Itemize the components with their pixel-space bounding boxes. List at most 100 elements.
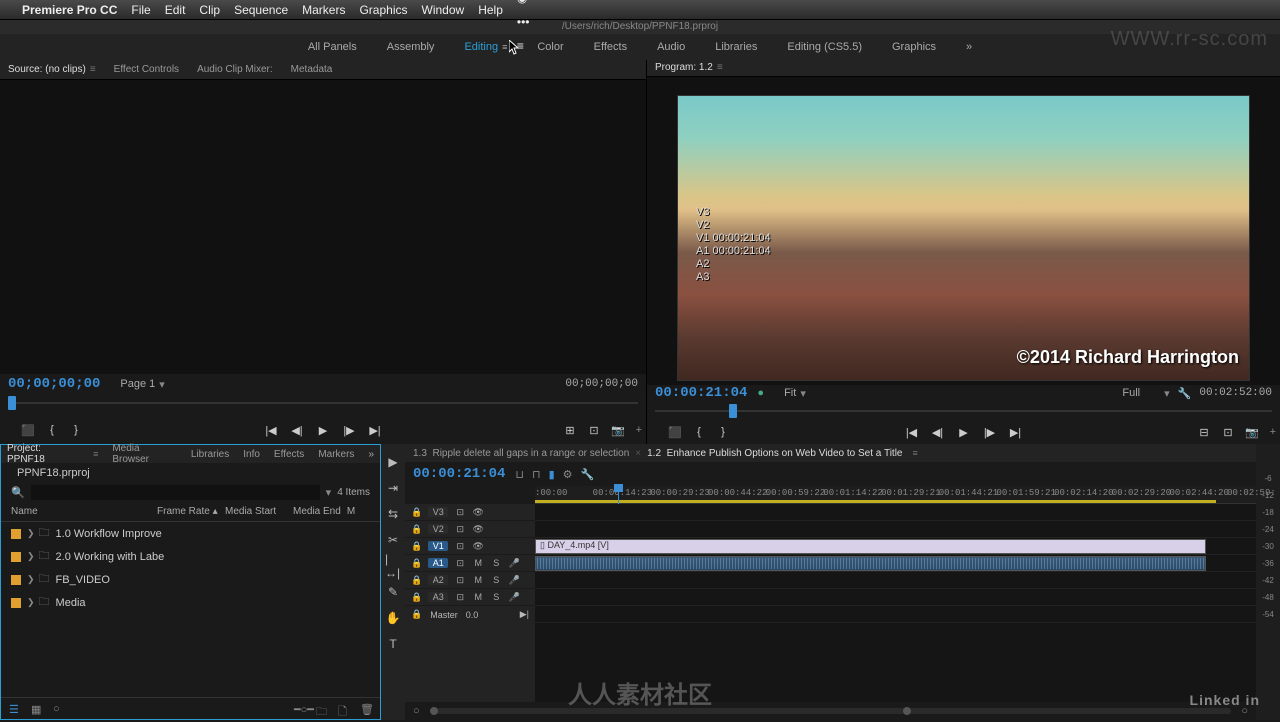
- zoom-scrollbar[interactable]: [430, 708, 1232, 714]
- solo-icon[interactable]: S: [490, 575, 502, 585]
- zoom-fit[interactable]: Fit: [784, 387, 796, 399]
- track-header-v1[interactable]: 🔒V1⊡👁: [405, 538, 535, 555]
- pen-tool-icon[interactable]: ✎: [385, 584, 401, 600]
- sync-lock-icon[interactable]: ⊡: [454, 592, 466, 603]
- track-header-a1[interactable]: 🔒A1⊡MS🎤: [405, 555, 535, 572]
- workspace-overflow-icon[interactable]: »: [966, 41, 972, 53]
- solo-icon[interactable]: S: [490, 558, 502, 568]
- go-to-next-icon[interactable]: ▶|: [520, 609, 529, 620]
- tab-project[interactable]: Project: PPNF18: [7, 443, 79, 465]
- go-to-in-icon[interactable]: |◀: [904, 424, 920, 440]
- toggle-output-icon[interactable]: 👁: [472, 541, 484, 552]
- sync-lock-icon[interactable]: ⊡: [454, 524, 466, 535]
- search-icon[interactable]: 🔍: [11, 486, 25, 499]
- wrench-icon[interactable]: 🔧: [581, 468, 595, 481]
- user-icon[interactable]: ◉: [517, 0, 1270, 5]
- track-header-v2[interactable]: 🔒V2⊡👁: [405, 521, 535, 538]
- settings-icon[interactable]: ⚙: [563, 468, 573, 481]
- workspace-libraries[interactable]: Libraries: [715, 41, 757, 53]
- insert-icon[interactable]: ⊞: [562, 422, 578, 438]
- step-forward-icon[interactable]: |▶: [982, 424, 998, 440]
- sequence-tab[interactable]: 1.3 Ripple delete all gaps in a range or…: [413, 448, 629, 459]
- menu-markers[interactable]: Markers: [302, 3, 345, 17]
- chevron-down-icon[interactable]: ▾: [1164, 387, 1170, 400]
- track-header-v3[interactable]: 🔒V3⊡👁: [405, 504, 535, 521]
- col-mediaend[interactable]: Media End: [293, 506, 341, 517]
- chevron-down-icon[interactable]: ▾: [800, 387, 806, 400]
- in-point-icon[interactable]: {: [44, 422, 60, 438]
- menu-clip[interactable]: Clip: [199, 3, 220, 17]
- snap-icon[interactable]: ⊔: [515, 468, 524, 481]
- expand-icon[interactable]: ❯: [27, 597, 35, 608]
- audio-clip[interactable]: [535, 556, 1206, 571]
- source-page[interactable]: Page 1: [120, 378, 155, 390]
- icon-view-icon[interactable]: ▦: [31, 703, 43, 715]
- track-select-tool-icon[interactable]: ⇥: [385, 480, 401, 496]
- col-mediastart[interactable]: Media Start: [225, 506, 287, 517]
- play-icon[interactable]: ▶: [315, 422, 331, 438]
- sync-lock-icon[interactable]: ⊡: [454, 507, 466, 518]
- new-bin-icon[interactable]: 🗀: [316, 703, 328, 715]
- tab-markers[interactable]: Markers: [318, 449, 354, 460]
- panel-menu-icon[interactable]: ≡: [912, 448, 917, 458]
- solo-icon[interactable]: S: [490, 592, 502, 602]
- workspace-editing[interactable]: Editing: [464, 41, 507, 53]
- mute-icon[interactable]: M: [472, 575, 484, 585]
- program-timecode[interactable]: 00:00:21:04: [655, 385, 747, 401]
- selection-tool-icon[interactable]: ▶: [385, 454, 401, 470]
- panel-menu-icon[interactable]: ≡: [717, 62, 723, 73]
- col-m[interactable]: M: [347, 506, 355, 517]
- type-tool-icon[interactable]: T: [385, 636, 401, 652]
- export-frame-icon[interactable]: 📷: [610, 422, 626, 438]
- workspace-graphics[interactable]: Graphics: [892, 41, 936, 53]
- lock-icon[interactable]: 🔒: [411, 507, 422, 518]
- master-track[interactable]: 🔒Master0.0▶|: [405, 606, 535, 623]
- tab-program[interactable]: Program: 1.2≡: [655, 62, 723, 73]
- play-icon[interactable]: ▶: [956, 424, 972, 440]
- tab-source[interactable]: Source: (no clips)≡: [8, 64, 96, 75]
- bin-row[interactable]: ❯🗀Media: [1, 591, 380, 614]
- out-point-icon[interactable]: }: [715, 424, 731, 440]
- program-monitor[interactable]: V3 V2 V1 00:00:21:04 A1 00:00:21:04 A2 A…: [677, 95, 1250, 381]
- lock-icon[interactable]: 🔒: [411, 575, 422, 586]
- lock-icon[interactable]: 🔒: [411, 524, 422, 535]
- slip-tool-icon[interactable]: |↔|: [385, 558, 401, 574]
- marker-icon[interactable]: ⬛: [20, 422, 36, 438]
- menu-help[interactable]: Help: [478, 3, 503, 17]
- workspace-editing-cs55[interactable]: Editing (CS5.5): [787, 41, 862, 53]
- expand-icon[interactable]: ❯: [27, 528, 35, 539]
- sync-lock-icon[interactable]: ⊡: [454, 541, 466, 552]
- marker-icon[interactable]: ⬛: [667, 424, 683, 440]
- video-clip[interactable]: ▯ DAY_4.mp4 [V]: [535, 539, 1206, 554]
- program-scrubber[interactable]: [655, 402, 1272, 417]
- ripple-edit-tool-icon[interactable]: ⇆: [385, 506, 401, 522]
- overwrite-icon[interactable]: ⊡: [586, 422, 602, 438]
- tabs-overflow-icon[interactable]: »: [368, 449, 374, 460]
- lock-icon[interactable]: 🔒: [411, 592, 422, 603]
- toggle-output-icon[interactable]: 👁: [472, 507, 484, 518]
- timeline-timecode[interactable]: 00:00:21:04: [413, 466, 505, 482]
- tab-effects[interactable]: Effects: [274, 449, 304, 460]
- linked-selection-icon[interactable]: ⊓: [532, 468, 541, 481]
- step-forward-icon[interactable]: |▶: [341, 422, 357, 438]
- tab-audio-clip-mixer[interactable]: Audio Clip Mixer:: [197, 64, 273, 75]
- app-name[interactable]: Premiere Pro CC: [22, 3, 117, 17]
- source-timecode[interactable]: 00;00;00;00: [8, 376, 100, 392]
- toggle-output-icon[interactable]: 👁: [472, 524, 484, 535]
- bin-row[interactable]: ❯🗀1.0 Workflow Improve: [1, 522, 380, 545]
- lock-icon[interactable]: 🔒: [411, 609, 422, 620]
- time-ruler[interactable]: :00:00 00:00:14:23 00:00:29:23 00:00:44:…: [535, 486, 1256, 504]
- delete-icon[interactable]: 🗑: [360, 703, 372, 715]
- lock-icon[interactable]: 🔒: [411, 541, 422, 552]
- add-button-icon[interactable]: +: [1270, 426, 1276, 438]
- workspace-color[interactable]: Color: [537, 41, 563, 53]
- in-point-icon[interactable]: {: [691, 424, 707, 440]
- panel-menu-icon[interactable]: ≡: [90, 64, 96, 75]
- freeform-view-icon[interactable]: ○: [53, 703, 65, 715]
- sequence-tab[interactable]: 1.2 Enhance Publish Options on Web Video…: [647, 448, 902, 459]
- col-name[interactable]: Name: [11, 506, 151, 517]
- tab-metadata[interactable]: Metadata: [291, 64, 333, 75]
- razor-tool-icon[interactable]: ✂: [385, 532, 401, 548]
- workspace-all-panels[interactable]: All Panels: [308, 41, 357, 53]
- zoom-slider[interactable]: ━○━: [294, 703, 306, 715]
